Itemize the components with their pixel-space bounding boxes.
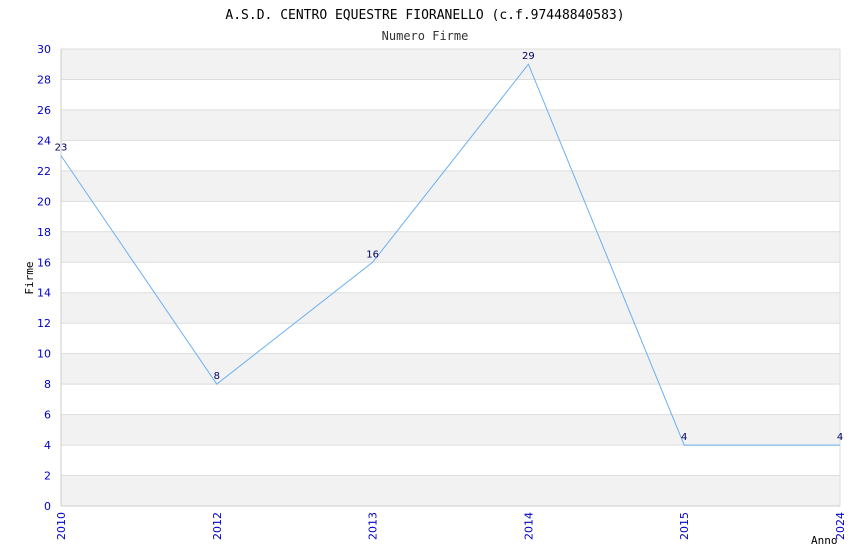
chart-title: A.S.D. CENTRO EQUESTRE FIORANELLO (c.f.9… — [225, 8, 624, 23]
grid-band — [61, 475, 840, 506]
grid-band — [61, 231, 840, 263]
x-tick-label: 2015 — [678, 512, 691, 540]
y-tick-label: 14 — [37, 287, 51, 300]
data-label: 4 — [681, 432, 687, 443]
y-tick-label: 20 — [37, 195, 51, 208]
grid-band — [61, 170, 840, 202]
data-label: 29 — [522, 51, 535, 62]
line-chart: A.S.D. CENTRO EQUESTRE FIORANELLO (c.f.9… — [23, 8, 847, 547]
y-tick-label: 10 — [37, 348, 51, 361]
grid-band — [61, 353, 840, 385]
y-tick-label: 22 — [37, 165, 51, 178]
x-tick-label: 2014 — [522, 512, 535, 540]
y-tick-label: 16 — [37, 256, 51, 269]
y-tick-label: 8 — [44, 378, 51, 391]
grid-bands — [61, 49, 840, 506]
data-label: 4 — [837, 432, 843, 443]
grid-band — [61, 49, 840, 80]
chart-subtitle: Numero Firme — [382, 29, 469, 43]
data-label: 16 — [366, 249, 379, 260]
y-tick-label: 12 — [37, 317, 51, 330]
y-axis-ticks: 024681012141618202224262830 — [37, 43, 51, 513]
x-axis-title: Anno — [811, 534, 838, 547]
x-axis-ticks: 2010 2012 2013 2014 2015 2024 — [55, 512, 847, 540]
y-tick-label: 30 — [37, 43, 51, 56]
y-axis-title: Firme — [23, 261, 36, 294]
y-tick-label: 4 — [44, 439, 51, 452]
x-tick-label: 2010 — [55, 512, 68, 540]
y-tick-label: 24 — [37, 134, 51, 147]
data-label: 23 — [55, 143, 68, 154]
grid-band — [61, 109, 840, 141]
y-tick-label: 18 — [37, 226, 51, 239]
y-tick-label: 28 — [37, 73, 51, 86]
y-tick-label: 26 — [37, 104, 51, 117]
grid-band — [61, 414, 840, 446]
y-tick-label: 0 — [44, 500, 51, 513]
grid-band — [61, 292, 840, 324]
data-label: 8 — [214, 371, 220, 382]
y-tick-label: 2 — [44, 470, 51, 483]
x-tick-label: 2013 — [367, 512, 380, 540]
y-tick-label: 6 — [44, 409, 51, 422]
x-tick-label: 2012 — [211, 512, 224, 540]
